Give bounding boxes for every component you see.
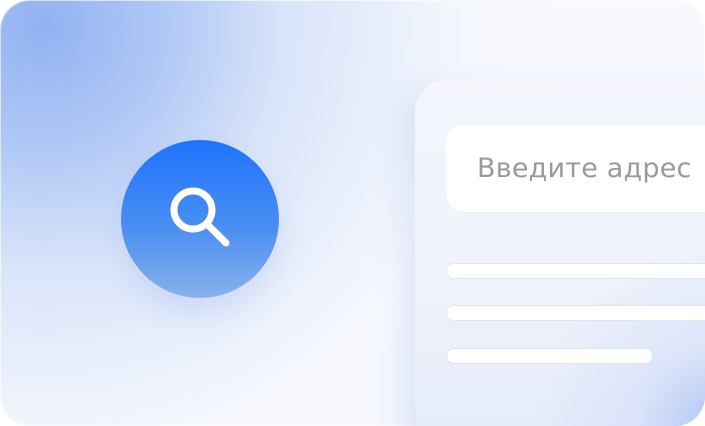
address-placeholder: Введите адрес bbox=[477, 153, 692, 184]
search-badge bbox=[121, 140, 279, 298]
content-line-3 bbox=[446, 348, 653, 364]
address-bar[interactable]: Введите адрес bbox=[446, 125, 705, 212]
content-line-2 bbox=[446, 305, 705, 321]
browser-window: Введите адрес bbox=[415, 80, 705, 426]
hero-illustration: Введите адрес bbox=[0, 0, 705, 426]
content-line-1 bbox=[446, 263, 705, 279]
search-icon bbox=[170, 187, 230, 247]
